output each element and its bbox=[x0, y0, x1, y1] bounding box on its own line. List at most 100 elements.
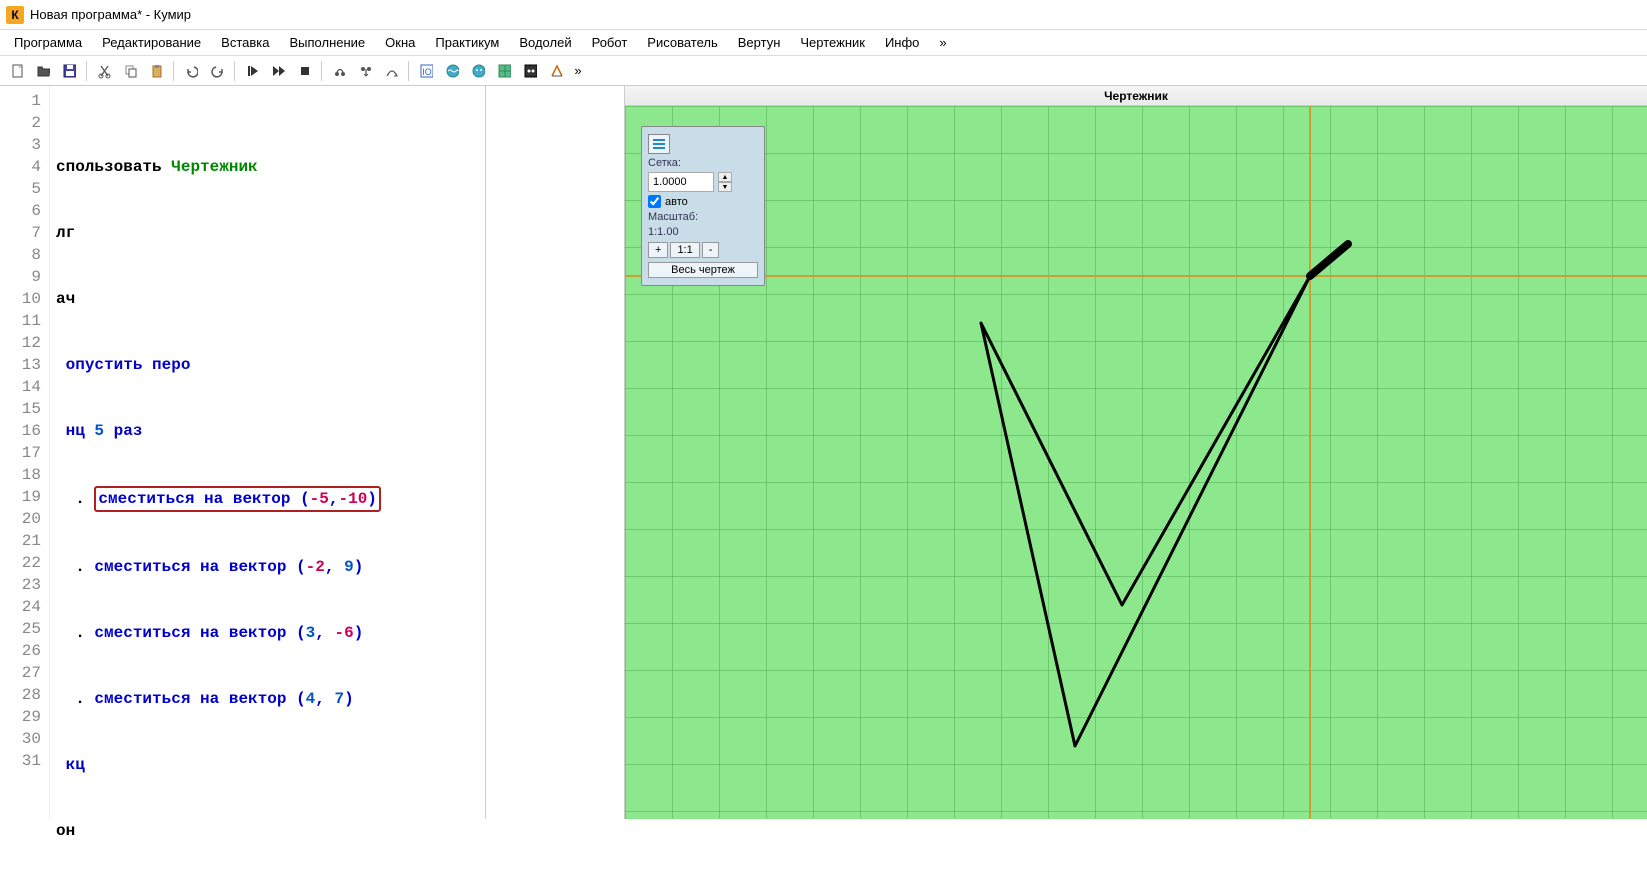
line-number: 16 bbox=[0, 420, 41, 442]
undo-icon[interactable] bbox=[178, 58, 204, 84]
menu-draw[interactable]: Рисователь bbox=[637, 32, 727, 53]
panel-menu-icon[interactable] bbox=[648, 134, 670, 154]
line-number: 20 bbox=[0, 508, 41, 530]
separator bbox=[408, 61, 409, 81]
line-number: 14 bbox=[0, 376, 41, 398]
grid-size-input[interactable] bbox=[648, 172, 714, 192]
actor-4-icon[interactable] bbox=[491, 58, 517, 84]
line-number: 23 bbox=[0, 574, 41, 596]
line-number: 13 bbox=[0, 354, 41, 376]
auto-checkbox[interactable] bbox=[648, 195, 661, 208]
open-file-icon[interactable] bbox=[30, 58, 56, 84]
line-number: 28 bbox=[0, 684, 41, 706]
canvas-pane: Чертежник bbox=[625, 86, 1647, 819]
menu-edit[interactable]: Редактирование bbox=[92, 32, 211, 53]
main-area: 1234567891011121314151617181920212223242… bbox=[0, 86, 1647, 819]
step-into-icon[interactable] bbox=[352, 58, 378, 84]
scale-value: 1:1.00 bbox=[648, 226, 758, 238]
step-out-icon[interactable] bbox=[378, 58, 404, 84]
drawing-canvas bbox=[625, 106, 1647, 819]
line-number: 7 bbox=[0, 222, 41, 244]
menubar: Программа Редактирование Вставка Выполне… bbox=[0, 30, 1647, 56]
line-number: 30 bbox=[0, 728, 41, 750]
menu-insert[interactable]: Вставка bbox=[211, 32, 279, 53]
line-number: 19 bbox=[0, 486, 41, 508]
menu-vodolei[interactable]: Водолей bbox=[509, 32, 581, 53]
menu-info[interactable]: Инфо bbox=[875, 32, 929, 53]
step-over-icon[interactable] bbox=[326, 58, 352, 84]
menu-robot[interactable]: Робот bbox=[582, 32, 638, 53]
line-number: 22 bbox=[0, 552, 41, 574]
highlighted-line: сместиться на вектор (-5,-10) bbox=[94, 486, 380, 512]
actor-2-icon[interactable] bbox=[439, 58, 465, 84]
line-number: 17 bbox=[0, 442, 41, 464]
actor-6-icon[interactable] bbox=[543, 58, 569, 84]
fit-all-button[interactable]: Весь чертеж bbox=[648, 262, 758, 278]
canvas-settings-panel[interactable]: Сетка: ▲ ▼ авто Масштаб: 1:1.00 + 1:1 bbox=[641, 126, 765, 286]
line-gutter: 1234567891011121314151617181920212223242… bbox=[0, 86, 50, 819]
line-number: 11 bbox=[0, 310, 41, 332]
line-number: 31 bbox=[0, 750, 41, 772]
line-number: 26 bbox=[0, 640, 41, 662]
separator bbox=[321, 61, 322, 81]
zoom-in-button[interactable]: + bbox=[648, 242, 668, 258]
menu-program[interactable]: Программа bbox=[4, 32, 92, 53]
line-number: 1 bbox=[0, 90, 41, 112]
stop-icon[interactable] bbox=[291, 58, 317, 84]
menu-vertun[interactable]: Вертун bbox=[728, 32, 791, 53]
zoom-out-button[interactable]: - bbox=[702, 242, 720, 258]
titlebar: К Новая программа* - Кумир bbox=[0, 0, 1647, 30]
separator bbox=[173, 61, 174, 81]
menu-windows[interactable]: Окна bbox=[375, 32, 425, 53]
run-icon[interactable] bbox=[239, 58, 265, 84]
grid-label: Сетка: bbox=[648, 157, 758, 169]
menu-overflow[interactable]: » bbox=[929, 32, 956, 53]
redo-icon[interactable] bbox=[204, 58, 230, 84]
grid-spinner-up[interactable]: ▲ bbox=[718, 172, 732, 182]
separator bbox=[234, 61, 235, 81]
line-number: 21 bbox=[0, 530, 41, 552]
grid-spinner-down[interactable]: ▼ bbox=[718, 182, 732, 192]
line-number: 9 bbox=[0, 266, 41, 288]
line-number: 2 bbox=[0, 112, 41, 134]
line-number: 8 bbox=[0, 244, 41, 266]
editor-splitter[interactable] bbox=[485, 86, 486, 819]
menu-run[interactable]: Выполнение bbox=[279, 32, 375, 53]
line-number: 29 bbox=[0, 706, 41, 728]
line-number: 25 bbox=[0, 618, 41, 640]
line-number: 6 bbox=[0, 200, 41, 222]
scale-label: Масштаб: bbox=[648, 211, 758, 223]
new-file-icon[interactable] bbox=[4, 58, 30, 84]
menu-drafter[interactable]: Чертежник bbox=[790, 32, 875, 53]
window-title: Новая программа* - Кумир bbox=[30, 7, 191, 22]
actor-5-icon[interactable] bbox=[517, 58, 543, 84]
line-number: 10 bbox=[0, 288, 41, 310]
line-number: 3 bbox=[0, 134, 41, 156]
auto-label: авто bbox=[665, 196, 688, 208]
zoom-reset-button[interactable]: 1:1 bbox=[670, 242, 699, 258]
line-number: 18 bbox=[0, 464, 41, 486]
run-fast-icon[interactable] bbox=[265, 58, 291, 84]
line-number: 5 bbox=[0, 178, 41, 200]
separator bbox=[86, 61, 87, 81]
copy-icon[interactable] bbox=[117, 58, 143, 84]
line-number: 4 bbox=[0, 156, 41, 178]
editor-pane: 1234567891011121314151617181920212223242… bbox=[0, 86, 625, 819]
line-number: 27 bbox=[0, 662, 41, 684]
code-editor[interactable]: спользовать Чертежник лг ач опустить пер… bbox=[50, 86, 624, 819]
actor-3-icon[interactable] bbox=[465, 58, 491, 84]
save-file-icon[interactable] bbox=[56, 58, 82, 84]
actor-1-icon[interactable]: IO bbox=[413, 58, 439, 84]
line-number: 15 bbox=[0, 398, 41, 420]
paste-icon[interactable] bbox=[143, 58, 169, 84]
app-icon: К bbox=[6, 6, 24, 24]
cut-icon[interactable] bbox=[91, 58, 117, 84]
menu-practice[interactable]: Практикум bbox=[425, 32, 509, 53]
canvas-area[interactable]: Сетка: ▲ ▼ авто Масштаб: 1:1.00 + 1:1 bbox=[625, 106, 1647, 819]
line-number: 12 bbox=[0, 332, 41, 354]
canvas-title: Чертежник bbox=[625, 86, 1647, 106]
svg-text:IO: IO bbox=[422, 67, 432, 77]
toolbar-overflow[interactable]: » bbox=[569, 58, 587, 84]
line-number: 24 bbox=[0, 596, 41, 618]
toolbar: IO » bbox=[0, 56, 1647, 86]
